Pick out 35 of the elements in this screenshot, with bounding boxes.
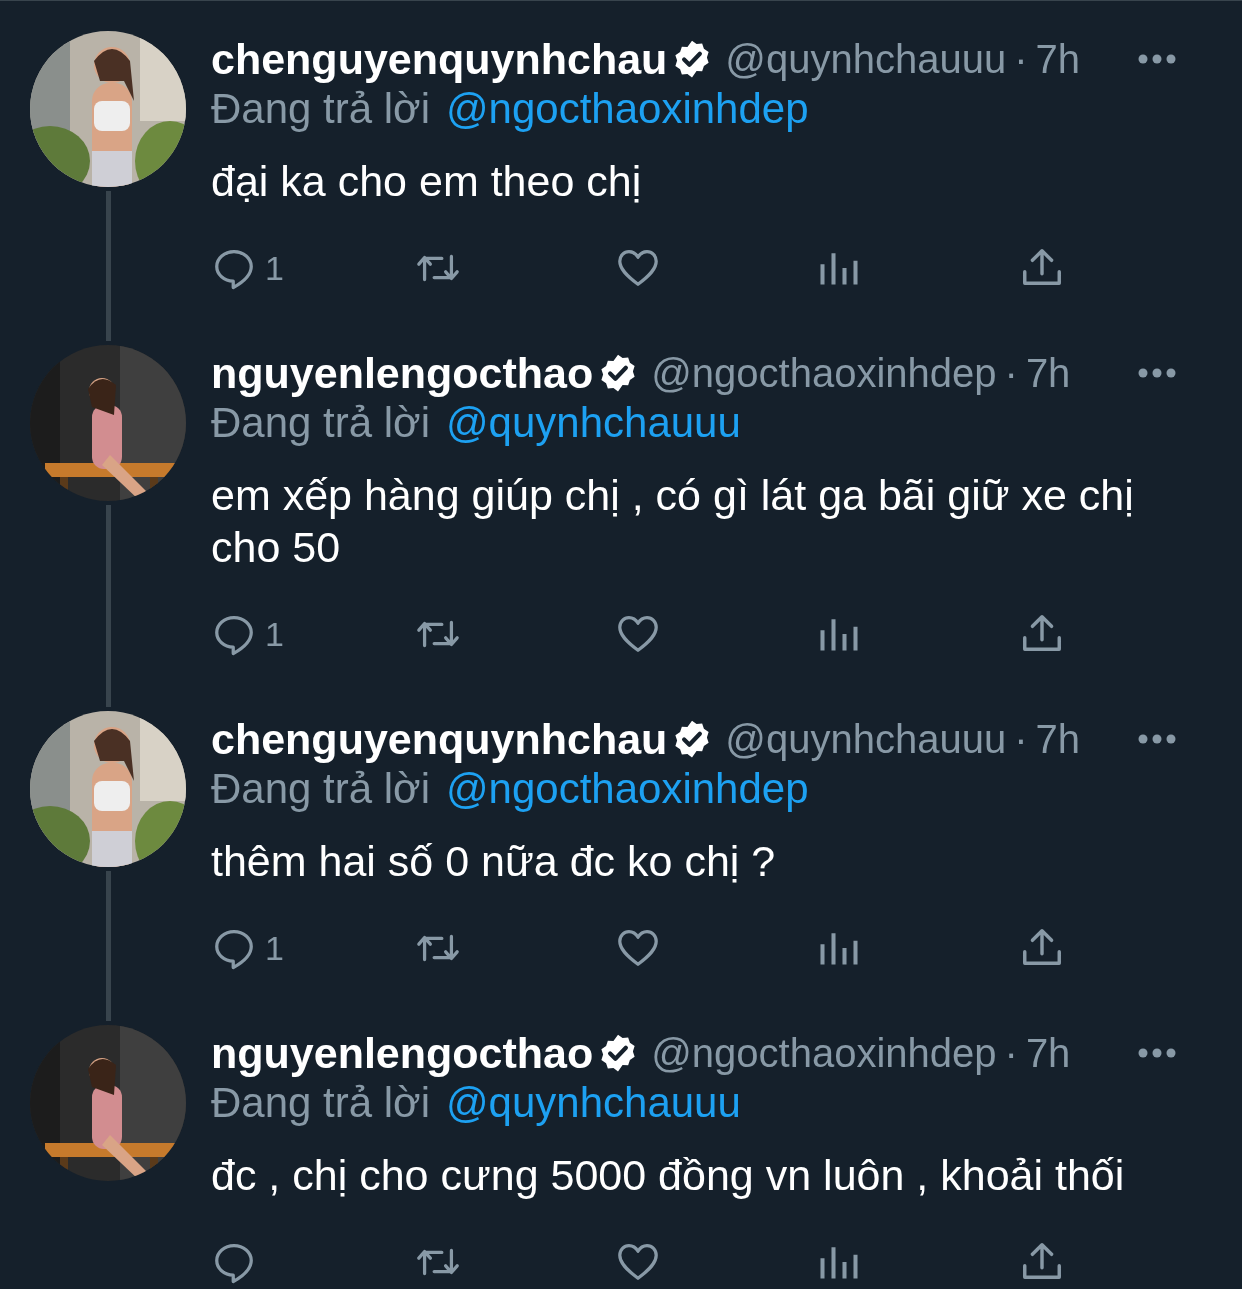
reply-count: 1 [265,248,284,288]
user-handle[interactable]: @ngocthaoxinhdep [651,350,997,396]
timestamp[interactable]: 7h [1035,716,1080,762]
tweet-text: đại ka cho em theo chị [211,156,643,207]
reply-count: 1 [265,928,284,968]
replying-label: Đang trả lời [211,85,430,133]
reply-count: 1 [265,614,284,654]
display-name[interactable]: chenguyenquynhchau [211,34,668,84]
timestamp[interactable]: 7h [1035,36,1080,82]
more-icon[interactable] [1138,54,1176,64]
display-name[interactable]: nguyenlengocthao [211,348,594,398]
mention-link[interactable]: @quynhchauuu [445,1079,741,1127]
user-handle[interactable]: @quynhchauuu [725,36,1007,82]
more-icon[interactable] [1138,368,1176,378]
replying-label: Đang trả lời [211,399,430,447]
replying-label: Đang trả lời [211,1079,430,1127]
more-icon[interactable] [1138,734,1176,744]
replying-label: Đang trả lời [211,765,430,813]
separator: · [1014,716,1028,762]
user-handle[interactable]: @quynhchauuu [725,716,1007,762]
mention-link[interactable]: @ngocthaoxinhdep [445,765,809,813]
display-name[interactable]: chenguyenquynhchau [211,714,668,764]
user-handle[interactable]: @ngocthaoxinhdep [651,1030,997,1076]
separator: · [1014,36,1028,82]
separator: · [1004,350,1018,396]
tweet-text: đc , chị cho cưng 5000 đồng vn luôn , khoải thối [211,1150,1126,1201]
more-icon[interactable] [1138,1048,1176,1058]
timestamp[interactable]: 7h [1025,1030,1071,1076]
display-name[interactable]: nguyenlengocthao [211,1028,594,1078]
separator: · [1004,1030,1018,1076]
tweet-text: em xếp hàng giúp chị , có gì lát ga bãi giữ xe chị cho 50 [211,470,1135,573]
timestamp[interactable]: 7h [1025,350,1071,396]
mention-link[interactable]: @quynhchauuu [445,399,741,447]
tweet-text: thêm hai số 0 nữa đc ko chị ? [211,836,777,887]
mention-link[interactable]: @ngocthaoxinhdep [445,85,809,133]
